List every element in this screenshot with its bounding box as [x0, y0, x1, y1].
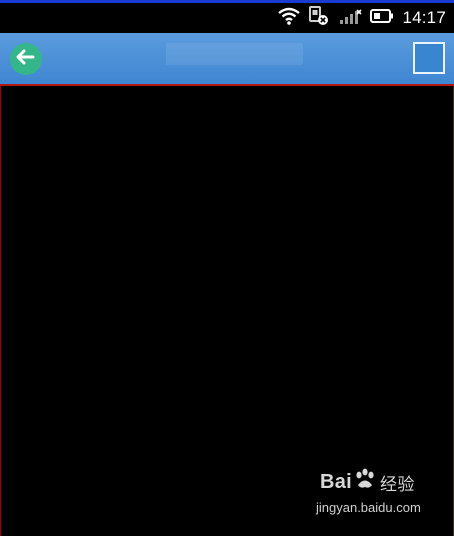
back-button[interactable] [10, 43, 42, 75]
watermark-url: jingyan.baidu.com [316, 500, 421, 515]
page-title [166, 43, 303, 65]
battery-icon [370, 8, 394, 29]
signal-icon [338, 7, 363, 30]
arrow-left-icon [16, 49, 36, 70]
title-bar [0, 33, 454, 84]
wifi-icon [278, 7, 301, 30]
status-icons: 14:17 [278, 5, 446, 31]
page-title-text [166, 43, 303, 65]
square-icon[interactable] [413, 42, 445, 74]
status-bar: 14:17 [0, 3, 454, 33]
status-time: 14:17 [402, 8, 446, 27]
paw-icon [353, 468, 377, 496]
watermark-brand-right: 经验 [380, 474, 415, 494]
sim-error-icon [308, 5, 330, 31]
watermark: Bai 经验 jingyan.baidu.com [310, 468, 428, 524]
watermark-brand-left: Bai [320, 470, 353, 493]
watermark-brand: Bai 经验 [320, 468, 415, 496]
